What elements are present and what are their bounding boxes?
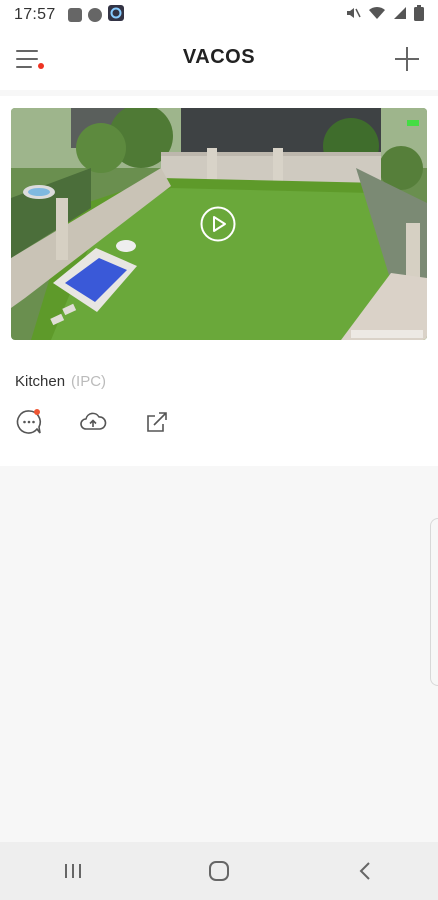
image-icon [67,8,82,22]
recents-icon[interactable] [53,851,93,891]
device-name-row: Kitchen (IPC) [15,373,106,390]
device-actions [15,408,171,436]
home-icon[interactable] [199,851,239,891]
app-c-icon [107,5,124,25]
device-name: Kitchen [15,373,66,390]
share-icon[interactable] [143,408,171,436]
cloud-icon[interactable] [79,408,107,436]
battery-icon [414,5,424,25]
system-nav-bar [0,842,438,900]
play-icon[interactable] [200,206,236,242]
pinwheel-icon [87,8,102,22]
device-card: Kitchen (IPC) [0,96,438,466]
device-type: (IPC) [71,373,107,390]
add-device-button[interactable] [392,44,422,74]
back-icon[interactable] [345,851,385,891]
signal-icon [393,6,407,24]
status-time: 17:57 [14,6,56,23]
mute-icon [345,5,361,25]
camera-preview[interactable] [11,108,427,340]
app-logo: VACOS [182,46,256,68]
app-header: VACOS [0,30,438,90]
side-drawer-handle[interactable] [430,518,438,686]
status-bar: 17:57 [0,0,438,30]
message-icon[interactable] [15,408,43,436]
wifi-icon [368,5,386,25]
